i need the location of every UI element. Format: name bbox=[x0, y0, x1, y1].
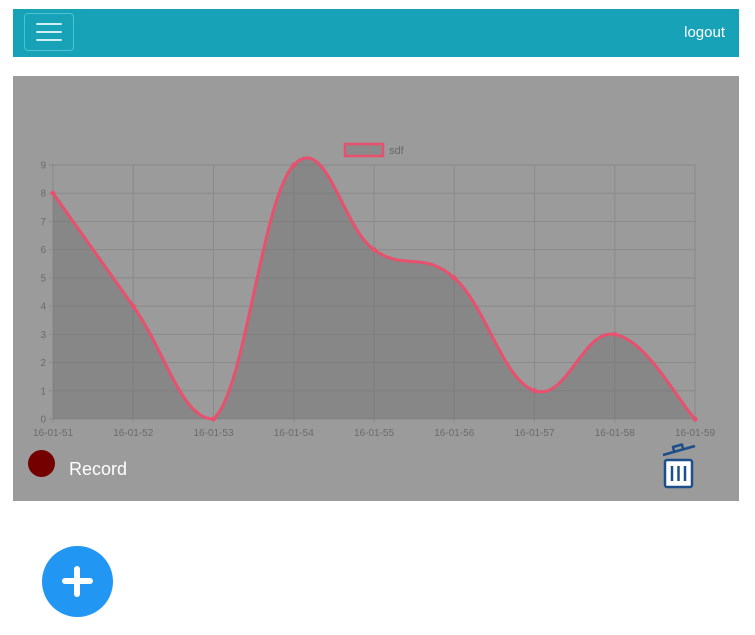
x-tick-label: 16-01-51 bbox=[33, 428, 73, 439]
y-tick-label: 1 bbox=[40, 386, 46, 397]
menu-bar-line bbox=[36, 39, 62, 41]
y-tick-label: 7 bbox=[40, 217, 46, 228]
x-tick-label: 16-01-52 bbox=[113, 428, 153, 439]
record-label: Record bbox=[69, 459, 128, 479]
y-tick-label: 4 bbox=[40, 302, 46, 313]
add-button[interactable] bbox=[42, 546, 113, 617]
y-tick-label: 5 bbox=[40, 273, 46, 284]
line-chart: 0 1 2 3 4 5 6 7 8 9 16-01-51 16-01-52 16-01-53 16-01-… bbox=[33, 142, 715, 439]
data-point bbox=[532, 388, 537, 394]
legend-swatch bbox=[343, 142, 385, 158]
top-navbar: logout bbox=[13, 9, 739, 57]
x-tick-label: 16-01-54 bbox=[274, 428, 314, 439]
menu-bar-line bbox=[36, 31, 62, 33]
data-point bbox=[291, 162, 297, 168]
trash-icon-graphic bbox=[662, 443, 696, 489]
hamburger-menu-icon[interactable] bbox=[24, 13, 74, 51]
x-tick-label: 16-01-57 bbox=[514, 428, 554, 439]
record-button[interactable] bbox=[28, 450, 55, 477]
x-tick-label: 16-01-55 bbox=[354, 428, 394, 439]
data-point bbox=[371, 247, 377, 253]
data-point bbox=[692, 416, 698, 422]
data-point bbox=[50, 190, 56, 196]
data-point bbox=[211, 416, 216, 422]
y-tick-label: 3 bbox=[40, 330, 46, 341]
x-tick-label: 16-01-58 bbox=[595, 428, 635, 439]
legend-label: sdf bbox=[389, 145, 405, 157]
data-point bbox=[612, 331, 618, 337]
y-tick-label: 6 bbox=[40, 245, 46, 256]
x-tick-label: 16-01-56 bbox=[434, 428, 474, 439]
y-tick-label: 2 bbox=[40, 358, 46, 369]
y-tick-label: 0 bbox=[40, 415, 46, 426]
trash-icon[interactable] bbox=[660, 442, 700, 490]
data-point bbox=[451, 275, 457, 281]
data-point bbox=[130, 303, 136, 309]
y-tick-label: 9 bbox=[40, 161, 46, 172]
menu-bar-line bbox=[36, 23, 62, 25]
logout-link[interactable]: logout bbox=[684, 24, 725, 41]
x-tick-label: 16-01-59 bbox=[675, 428, 715, 439]
y-tick-label: 8 bbox=[40, 189, 46, 200]
chart-panel: 0 1 2 3 4 5 6 7 8 9 16-01-51 16-01-52 16-01-53 16-01-… bbox=[13, 76, 739, 501]
x-tick-label: 16-01-53 bbox=[193, 428, 233, 439]
